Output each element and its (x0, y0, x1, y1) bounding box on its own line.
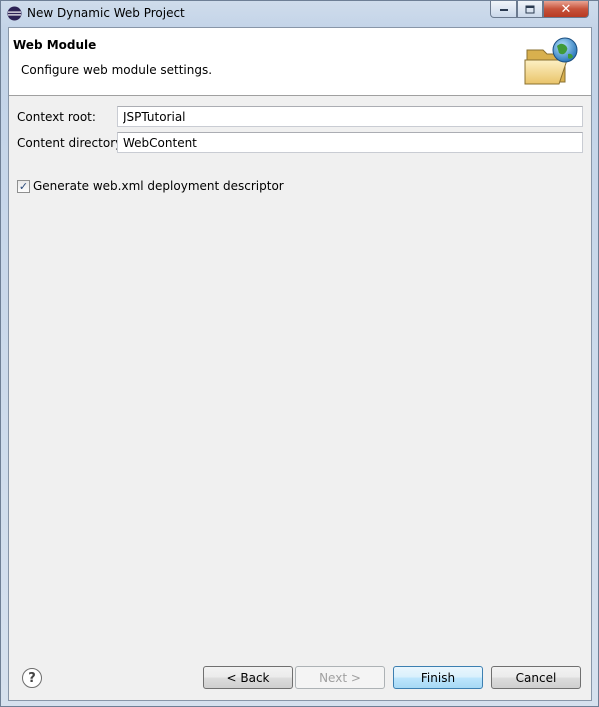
close-button[interactable]: ✕ (543, 1, 589, 18)
generate-descriptor-option[interactable]: ✓ Generate web.xml deployment descriptor (17, 179, 284, 193)
dialog-window: New Dynamic Web Project ✕ Web Module Con… (0, 0, 599, 707)
eclipse-icon (7, 6, 22, 21)
next-button[interactable]: Next > (295, 666, 385, 689)
folder-globe-icon (524, 37, 578, 85)
finish-button[interactable]: Finish (393, 666, 483, 689)
content-directory-input[interactable] (117, 132, 583, 153)
help-icon: ? (28, 670, 36, 686)
window-title: New Dynamic Web Project (27, 6, 185, 20)
minimize-button[interactable] (490, 1, 517, 18)
context-root-input[interactable] (117, 106, 583, 127)
maximize-icon (525, 5, 535, 13)
content-directory-label: Content directory: (17, 136, 126, 150)
dialog-client-area: Web Module Configure web module settings… (8, 27, 592, 701)
checkmark-icon: ✓ (18, 179, 29, 193)
title-bar[interactable]: New Dynamic Web Project ✕ (1, 1, 598, 26)
wizard-banner: Web Module Configure web module settings… (9, 28, 591, 96)
page-description: Configure web module settings. (21, 63, 213, 77)
close-icon: ✕ (560, 1, 572, 17)
context-root-label: Context root: (17, 110, 96, 124)
minimize-icon (499, 9, 508, 11)
cancel-button[interactable]: Cancel (491, 666, 581, 689)
maximize-button[interactable] (517, 1, 543, 18)
generate-descriptor-label: Generate web.xml deployment descriptor (33, 179, 284, 193)
help-button[interactable]: ? (22, 668, 42, 688)
back-button[interactable]: < Back (203, 666, 293, 689)
page-title: Web Module (13, 38, 97, 52)
generate-descriptor-checkbox[interactable]: ✓ (17, 179, 30, 193)
